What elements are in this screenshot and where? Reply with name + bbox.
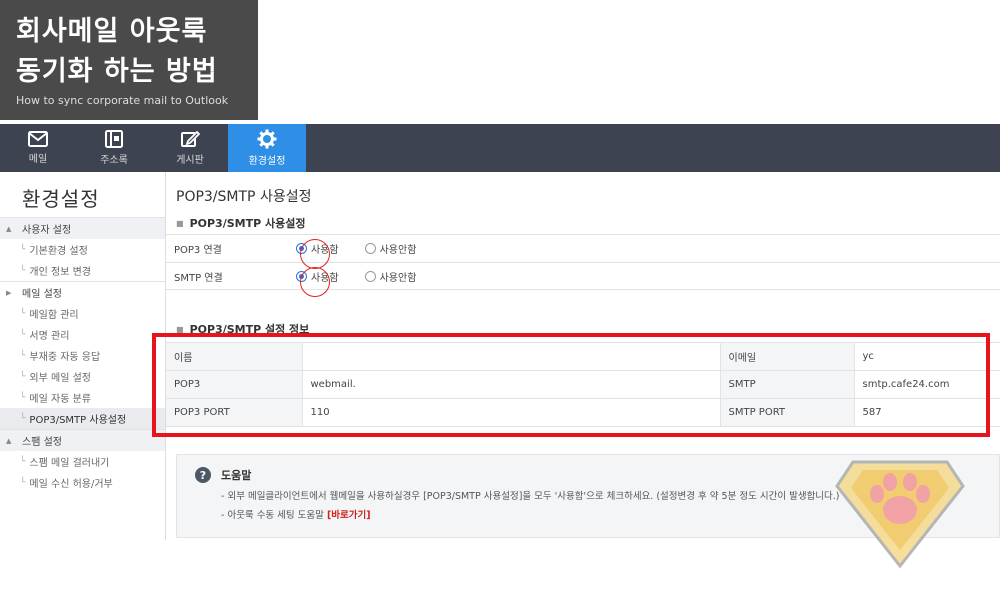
nav-mail-label: 메일 bbox=[28, 154, 48, 165]
sidebar-item-label: POP3/SMTP 사용설정 bbox=[29, 415, 127, 426]
sidebar-item-label: 개인 정보 변경 bbox=[29, 267, 91, 278]
sidebar-item-label: 메일함 관리 bbox=[29, 310, 79, 321]
sidebar-item-mailbox[interactable]: └ 메일함 관리 bbox=[0, 303, 165, 324]
question-icon: ? bbox=[195, 467, 211, 483]
paw-badge-icon bbox=[835, 460, 965, 569]
mail-icon bbox=[28, 131, 48, 147]
page-title: POP3/SMTP 사용설정 bbox=[176, 189, 312, 205]
sidebar-item-signature[interactable]: └ 서명 관리 bbox=[0, 324, 165, 345]
shortcut-link[interactable]: [바로가기] bbox=[327, 510, 371, 521]
smtp-connection-label: SMTP 연결 bbox=[174, 272, 223, 284]
highlight-box-settings-info bbox=[152, 333, 990, 437]
sidebar-group-user-settings[interactable]: ▲ 사용자 설정 bbox=[0, 217, 165, 239]
branch-icon: └ bbox=[20, 371, 26, 382]
branch-icon: └ bbox=[20, 392, 26, 403]
nav-mail[interactable]: 메일 bbox=[0, 124, 76, 172]
caret-up-icon: ▲ bbox=[6, 436, 12, 445]
smtp-not-use-radio[interactable]: 사용안함 bbox=[364, 269, 417, 284]
sidebar-item-label: 메일 자동 분류 bbox=[29, 394, 91, 405]
section-title-usage: ■ POP3/SMTP 사용설정 bbox=[166, 212, 1000, 234]
branch-icon: └ bbox=[20, 456, 26, 467]
sidebar-group-label: 스팸 설정 bbox=[22, 437, 62, 448]
sidebar-item-label: 기본환경 설정 bbox=[29, 246, 88, 257]
sidebar-item-label: 외부 메일 설정 bbox=[29, 373, 91, 384]
sidebar-item-basic-settings[interactable]: └ 기본환경 설정 bbox=[0, 239, 165, 260]
sidebar-item-label: 스팸 메일 걸러내기 bbox=[29, 458, 110, 469]
section-title-text: POP3/SMTP 사용설정 bbox=[189, 217, 306, 230]
branch-icon: └ bbox=[20, 413, 26, 424]
sidebar-item-auto-sort[interactable]: └ 메일 자동 분류 bbox=[0, 387, 165, 408]
address-book-icon bbox=[105, 130, 123, 148]
help-title: 도움말 bbox=[221, 469, 252, 482]
top-navigation: 메일 주소록 게시판 환경설정 bbox=[0, 124, 1000, 172]
nav-board-label: 게시판 bbox=[176, 155, 204, 166]
sidebar: 환경설정 ▲ 사용자 설정 └ 기본환경 설정 └ 개인 정보 변경 ▶ 메일 설정 └… bbox=[0, 172, 166, 540]
bullet-icon: ■ bbox=[176, 218, 184, 228]
banner-title-line2: 동기화 하는 방법 bbox=[16, 56, 218, 87]
banner-title-line1: 회사메일 아웃룩 bbox=[16, 16, 208, 47]
branch-icon: └ bbox=[20, 308, 26, 319]
branch-icon: └ bbox=[20, 477, 26, 488]
branch-icon: └ bbox=[20, 244, 26, 255]
sidebar-group-label: 사용자 설정 bbox=[22, 225, 72, 236]
nav-address-book-label: 주소록 bbox=[100, 155, 128, 166]
branch-icon: └ bbox=[20, 329, 26, 340]
sidebar-title: 환경설정 bbox=[22, 187, 100, 211]
caret-right-icon: ▶ bbox=[6, 288, 12, 297]
sidebar-item-pop3-smtp[interactable]: └ POP3/SMTP 사용설정 bbox=[0, 408, 165, 429]
highlight-circle-smtp bbox=[300, 267, 330, 297]
sidebar-item-label: 메일 수신 허용/거부 bbox=[29, 479, 113, 490]
nav-settings[interactable]: 환경설정 bbox=[228, 124, 306, 172]
sidebar-item-auto-reply[interactable]: └ 부재중 자동 응답 bbox=[0, 345, 165, 366]
sidebar-group-label: 메일 설정 bbox=[22, 289, 62, 300]
sidebar-item-allow-block[interactable]: └ 메일 수신 허용/거부 bbox=[0, 472, 165, 493]
sidebar-item-spam-filter[interactable]: └ 스팸 메일 걸러내기 bbox=[0, 451, 165, 472]
smtp-connection-row: SMTP 연결 사용함 사용안함 bbox=[166, 262, 1000, 290]
sidebar-item-label: 서명 관리 bbox=[29, 331, 70, 342]
sidebar-item-personal-info[interactable]: └ 개인 정보 변경 bbox=[0, 260, 165, 281]
radio-empty-icon bbox=[364, 270, 376, 282]
sidebar-group-spam-settings[interactable]: ▲ 스팸 설정 bbox=[0, 429, 165, 451]
sidebar-item-label: 부재중 자동 응답 bbox=[29, 352, 101, 363]
banner-subtitle: How to sync corporate mail to Outlook bbox=[16, 94, 229, 107]
title-banner: 회사메일 아웃룩 동기화 하는 방법 How to sync corporate… bbox=[0, 0, 258, 120]
nav-settings-label: 환경설정 bbox=[248, 156, 286, 167]
gear-icon bbox=[257, 129, 277, 149]
branch-icon: └ bbox=[20, 350, 26, 361]
highlight-circle-pop3 bbox=[300, 239, 330, 269]
caret-up-icon: ▲ bbox=[6, 224, 12, 233]
sidebar-item-external-mail[interactable]: └ 외부 메일 설정 bbox=[0, 366, 165, 387]
radio-label: 사용안함 bbox=[379, 245, 417, 256]
nav-board[interactable]: 게시판 bbox=[152, 124, 228, 172]
radio-empty-icon bbox=[364, 243, 376, 254]
sidebar-group-mail-settings[interactable]: ▶ 메일 설정 bbox=[0, 281, 165, 303]
branch-icon: └ bbox=[20, 265, 26, 276]
edit-icon bbox=[181, 130, 200, 147]
pop3-connection-row: POP3 연결 사용함 사용안함 bbox=[166, 234, 1000, 262]
pop3-not-use-radio[interactable]: 사용안함 bbox=[364, 241, 417, 256]
help-line-2-text: - 아웃룩 수동 세팅 도움말 bbox=[221, 510, 324, 521]
radio-label: 사용안함 bbox=[379, 272, 417, 284]
nav-address-book[interactable]: 주소록 bbox=[76, 124, 152, 172]
pop3-connection-label: POP3 연결 bbox=[174, 245, 222, 256]
